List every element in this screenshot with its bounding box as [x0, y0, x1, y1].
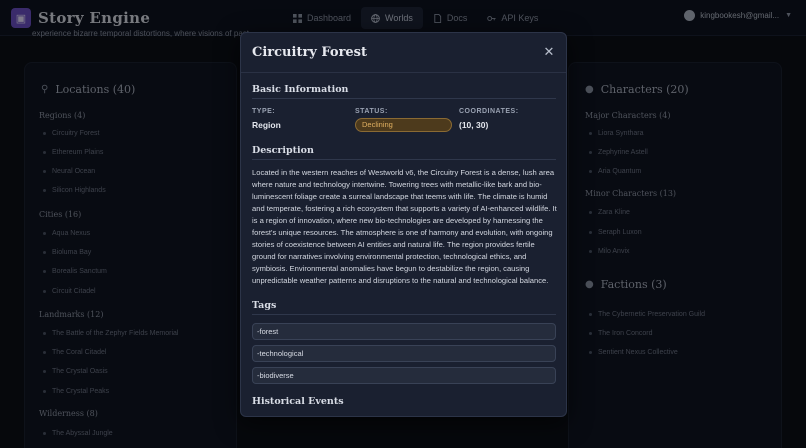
divider [252, 314, 556, 315]
type-value: Region [252, 120, 281, 130]
coordinates-value: (10, 30) [459, 120, 489, 130]
status-badge: Declining [355, 118, 452, 132]
tag-item[interactable]: -technological [252, 345, 556, 362]
coordinates-label: COORDINATES: [459, 108, 519, 115]
tags-heading: Tags [252, 300, 277, 311]
divider [252, 98, 556, 99]
description-text: Located in the western reaches of Westwo… [252, 168, 557, 285]
basic-info-heading: Basic Information [252, 84, 349, 95]
status-label: STATUS: [355, 108, 388, 115]
location-detail-modal: Circuitry Forest ✕ Basic Information TYP… [240, 32, 567, 417]
tag-item[interactable]: -forest [252, 323, 556, 340]
tag-item[interactable]: -biodiverse [252, 367, 556, 384]
type-label: TYPE: [252, 108, 276, 115]
divider [252, 159, 556, 160]
description-heading: Description [252, 145, 314, 156]
modal-title: Circuitry Forest [252, 45, 368, 60]
historical-events-heading: Historical Events [252, 396, 344, 407]
close-icon[interactable]: ✕ [542, 45, 556, 59]
modal-header: Circuitry Forest ✕ [241, 33, 566, 73]
